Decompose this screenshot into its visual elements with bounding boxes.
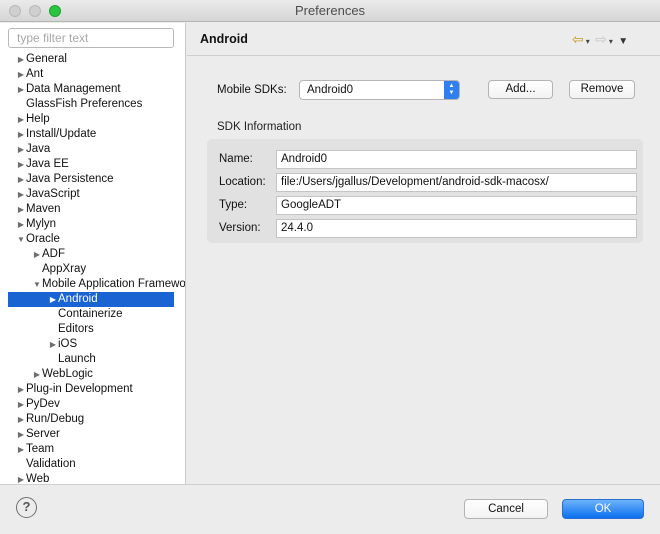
expand-arrow-icon[interactable]: ▶ bbox=[32, 367, 42, 382]
expand-arrow-icon[interactable]: ▶ bbox=[16, 202, 26, 217]
name-field[interactable]: Android0 bbox=[276, 150, 637, 169]
forward-arrow-icon[interactable]: ⇨ bbox=[595, 31, 607, 48]
sdk-information-title: SDK Information bbox=[217, 121, 302, 133]
expand-arrow-icon[interactable]: ▶ bbox=[32, 247, 42, 262]
window-title: Preferences bbox=[294, 3, 366, 18]
add-sdk-button[interactable]: Add... bbox=[488, 80, 553, 99]
version-field[interactable]: 24.4.0 bbox=[276, 219, 637, 238]
preferences-tree: ▶ General ▶ Ant ▶ Data Management GlassFish… bbox=[8, 52, 185, 484]
mobile-sdks-selected-value: Android0 bbox=[307, 84, 354, 96]
tree-item-glassfish-preferences[interactable]: GlassFish Preferences bbox=[8, 97, 185, 112]
updown-arrows-icon: ▲ ▼ bbox=[444, 81, 459, 99]
page-title: Android bbox=[200, 32, 248, 46]
dialog-button-bar: ? Cancel OK bbox=[0, 484, 660, 534]
tree-item-team[interactable]: ▶ Team bbox=[8, 442, 185, 457]
tree-item-run-debug[interactable]: ▶ Run/Debug bbox=[8, 412, 185, 427]
tree-item-adf[interactable]: ▶ ADF bbox=[8, 247, 185, 262]
collapse-arrow-icon[interactable]: ▼ bbox=[16, 232, 26, 247]
mobile-sdks-select[interactable]: Android0 ▲ ▼ bbox=[299, 80, 460, 100]
sdk-information-group: Name: Android0 Location: file:/Users/jga… bbox=[207, 139, 643, 243]
expand-arrow-icon[interactable]: ▶ bbox=[16, 172, 26, 187]
tree-item-help[interactable]: ▶ Help bbox=[8, 112, 185, 127]
tree-item-server[interactable]: ▶ Server bbox=[8, 427, 185, 442]
tree-item-java[interactable]: ▶ Java bbox=[8, 142, 185, 157]
ok-button[interactable]: OK bbox=[562, 499, 644, 519]
expand-arrow-icon[interactable]: ▶ bbox=[16, 127, 26, 142]
expand-arrow-icon[interactable]: ▶ bbox=[16, 142, 26, 157]
expand-arrow-icon[interactable]: ▶ bbox=[16, 52, 26, 67]
expand-arrow-icon[interactable]: ▶ bbox=[16, 442, 26, 457]
expand-arrow-icon[interactable]: ▶ bbox=[16, 67, 26, 82]
type-field[interactable]: GoogleADT bbox=[276, 196, 637, 215]
back-history-dropdown-icon[interactable]: ▾ bbox=[586, 37, 590, 46]
help-icon[interactable]: ? bbox=[16, 497, 37, 518]
tree-item-launch[interactable]: Launch bbox=[8, 352, 185, 367]
forward-history-dropdown-icon[interactable]: ▾ bbox=[609, 37, 613, 46]
expand-arrow-icon[interactable]: ▶ bbox=[16, 112, 26, 127]
remove-sdk-button[interactable]: Remove bbox=[569, 80, 635, 99]
name-label: Name: bbox=[219, 153, 253, 165]
tree-item-editors[interactable]: Editors bbox=[8, 322, 185, 337]
title-bar: Preferences bbox=[0, 0, 660, 22]
expand-arrow-icon[interactable]: ▶ bbox=[16, 397, 26, 412]
version-label: Version: bbox=[219, 222, 261, 234]
tree-item-validation[interactable]: Validation bbox=[8, 457, 185, 472]
tree-item-java-ee[interactable]: ▶ Java EE bbox=[8, 157, 185, 172]
tree-item-weblogic[interactable]: ▶ WebLogic bbox=[8, 367, 185, 382]
tree-item-data-management[interactable]: ▶ Data Management bbox=[8, 82, 185, 97]
tree-item-maven[interactable]: ▶ Maven bbox=[8, 202, 185, 217]
tree-item-javascript[interactable]: ▶ JavaScript bbox=[8, 187, 185, 202]
tree-item-pydev[interactable]: ▶ PyDev bbox=[8, 397, 185, 412]
expand-arrow-icon[interactable]: ▶ bbox=[16, 187, 26, 202]
tree-item-install-update[interactable]: ▶ Install/Update bbox=[8, 127, 185, 142]
location-field[interactable]: file:/Users/jgallus/Development/android-… bbox=[276, 173, 637, 192]
expand-arrow-icon[interactable]: ▶ bbox=[16, 472, 26, 484]
view-menu-icon[interactable]: ▼ bbox=[618, 36, 628, 47]
tree-item-containerize[interactable]: Containerize bbox=[8, 307, 185, 322]
expand-arrow-icon[interactable]: ▶ bbox=[16, 412, 26, 427]
tree-item-ant[interactable]: ▶ Ant bbox=[8, 67, 185, 82]
tree-item-mylyn[interactable]: ▶ Mylyn bbox=[8, 217, 185, 232]
tree-item-ios[interactable]: ▶ iOS bbox=[8, 337, 185, 352]
type-label: Type: bbox=[219, 199, 248, 211]
preferences-tree-pane: ▶General ▶Ant ▶Data Management GlassFish… bbox=[0, 23, 186, 484]
preference-page: Android ⇦ ▾ ⇨ ▾ ▼ Mobile SDKs: Android0 ▲ ▼… bbox=[187, 23, 660, 484]
filter-input[interactable] bbox=[8, 28, 174, 48]
expand-arrow-icon[interactable]: ▶ bbox=[48, 292, 58, 307]
back-arrow-icon[interactable]: ⇦ bbox=[572, 31, 584, 48]
tree-item-plug-in-development[interactable]: ▶ Plug-in Development bbox=[8, 382, 185, 397]
tree-item-oracle[interactable]: ▼ Oracle bbox=[8, 232, 185, 247]
tree-item-general[interactable]: ▶ General bbox=[8, 52, 185, 67]
tree-item-android[interactable]: ▶ Android bbox=[8, 292, 174, 307]
header-divider bbox=[187, 55, 660, 56]
cancel-button[interactable]: Cancel bbox=[464, 499, 548, 519]
mobile-sdks-label: Mobile SDKs: bbox=[217, 84, 287, 96]
page-navigation: ⇦ ▾ ⇨ ▾ ▼ bbox=[572, 31, 630, 48]
location-label: Location: bbox=[219, 176, 266, 188]
expand-arrow-icon[interactable]: ▶ bbox=[16, 82, 26, 97]
expand-arrow-icon[interactable]: ▶ bbox=[16, 157, 26, 172]
expand-arrow-icon[interactable]: ▶ bbox=[16, 427, 26, 442]
collapse-arrow-icon[interactable]: ▼ bbox=[32, 277, 42, 292]
tree-item-java-persistence[interactable]: ▶ Java Persistence bbox=[8, 172, 185, 187]
expand-arrow-icon[interactable]: ▶ bbox=[48, 337, 58, 352]
tree-item-appxray[interactable]: AppXray bbox=[8, 262, 185, 277]
tree-item-web[interactable]: ▶ Web bbox=[8, 472, 185, 484]
tree-item-mobile-application-framework[interactable]: ▼ Mobile Application Framework bbox=[8, 277, 185, 292]
expand-arrow-icon[interactable]: ▶ bbox=[16, 217, 26, 232]
expand-arrow-icon[interactable]: ▶ bbox=[16, 382, 26, 397]
